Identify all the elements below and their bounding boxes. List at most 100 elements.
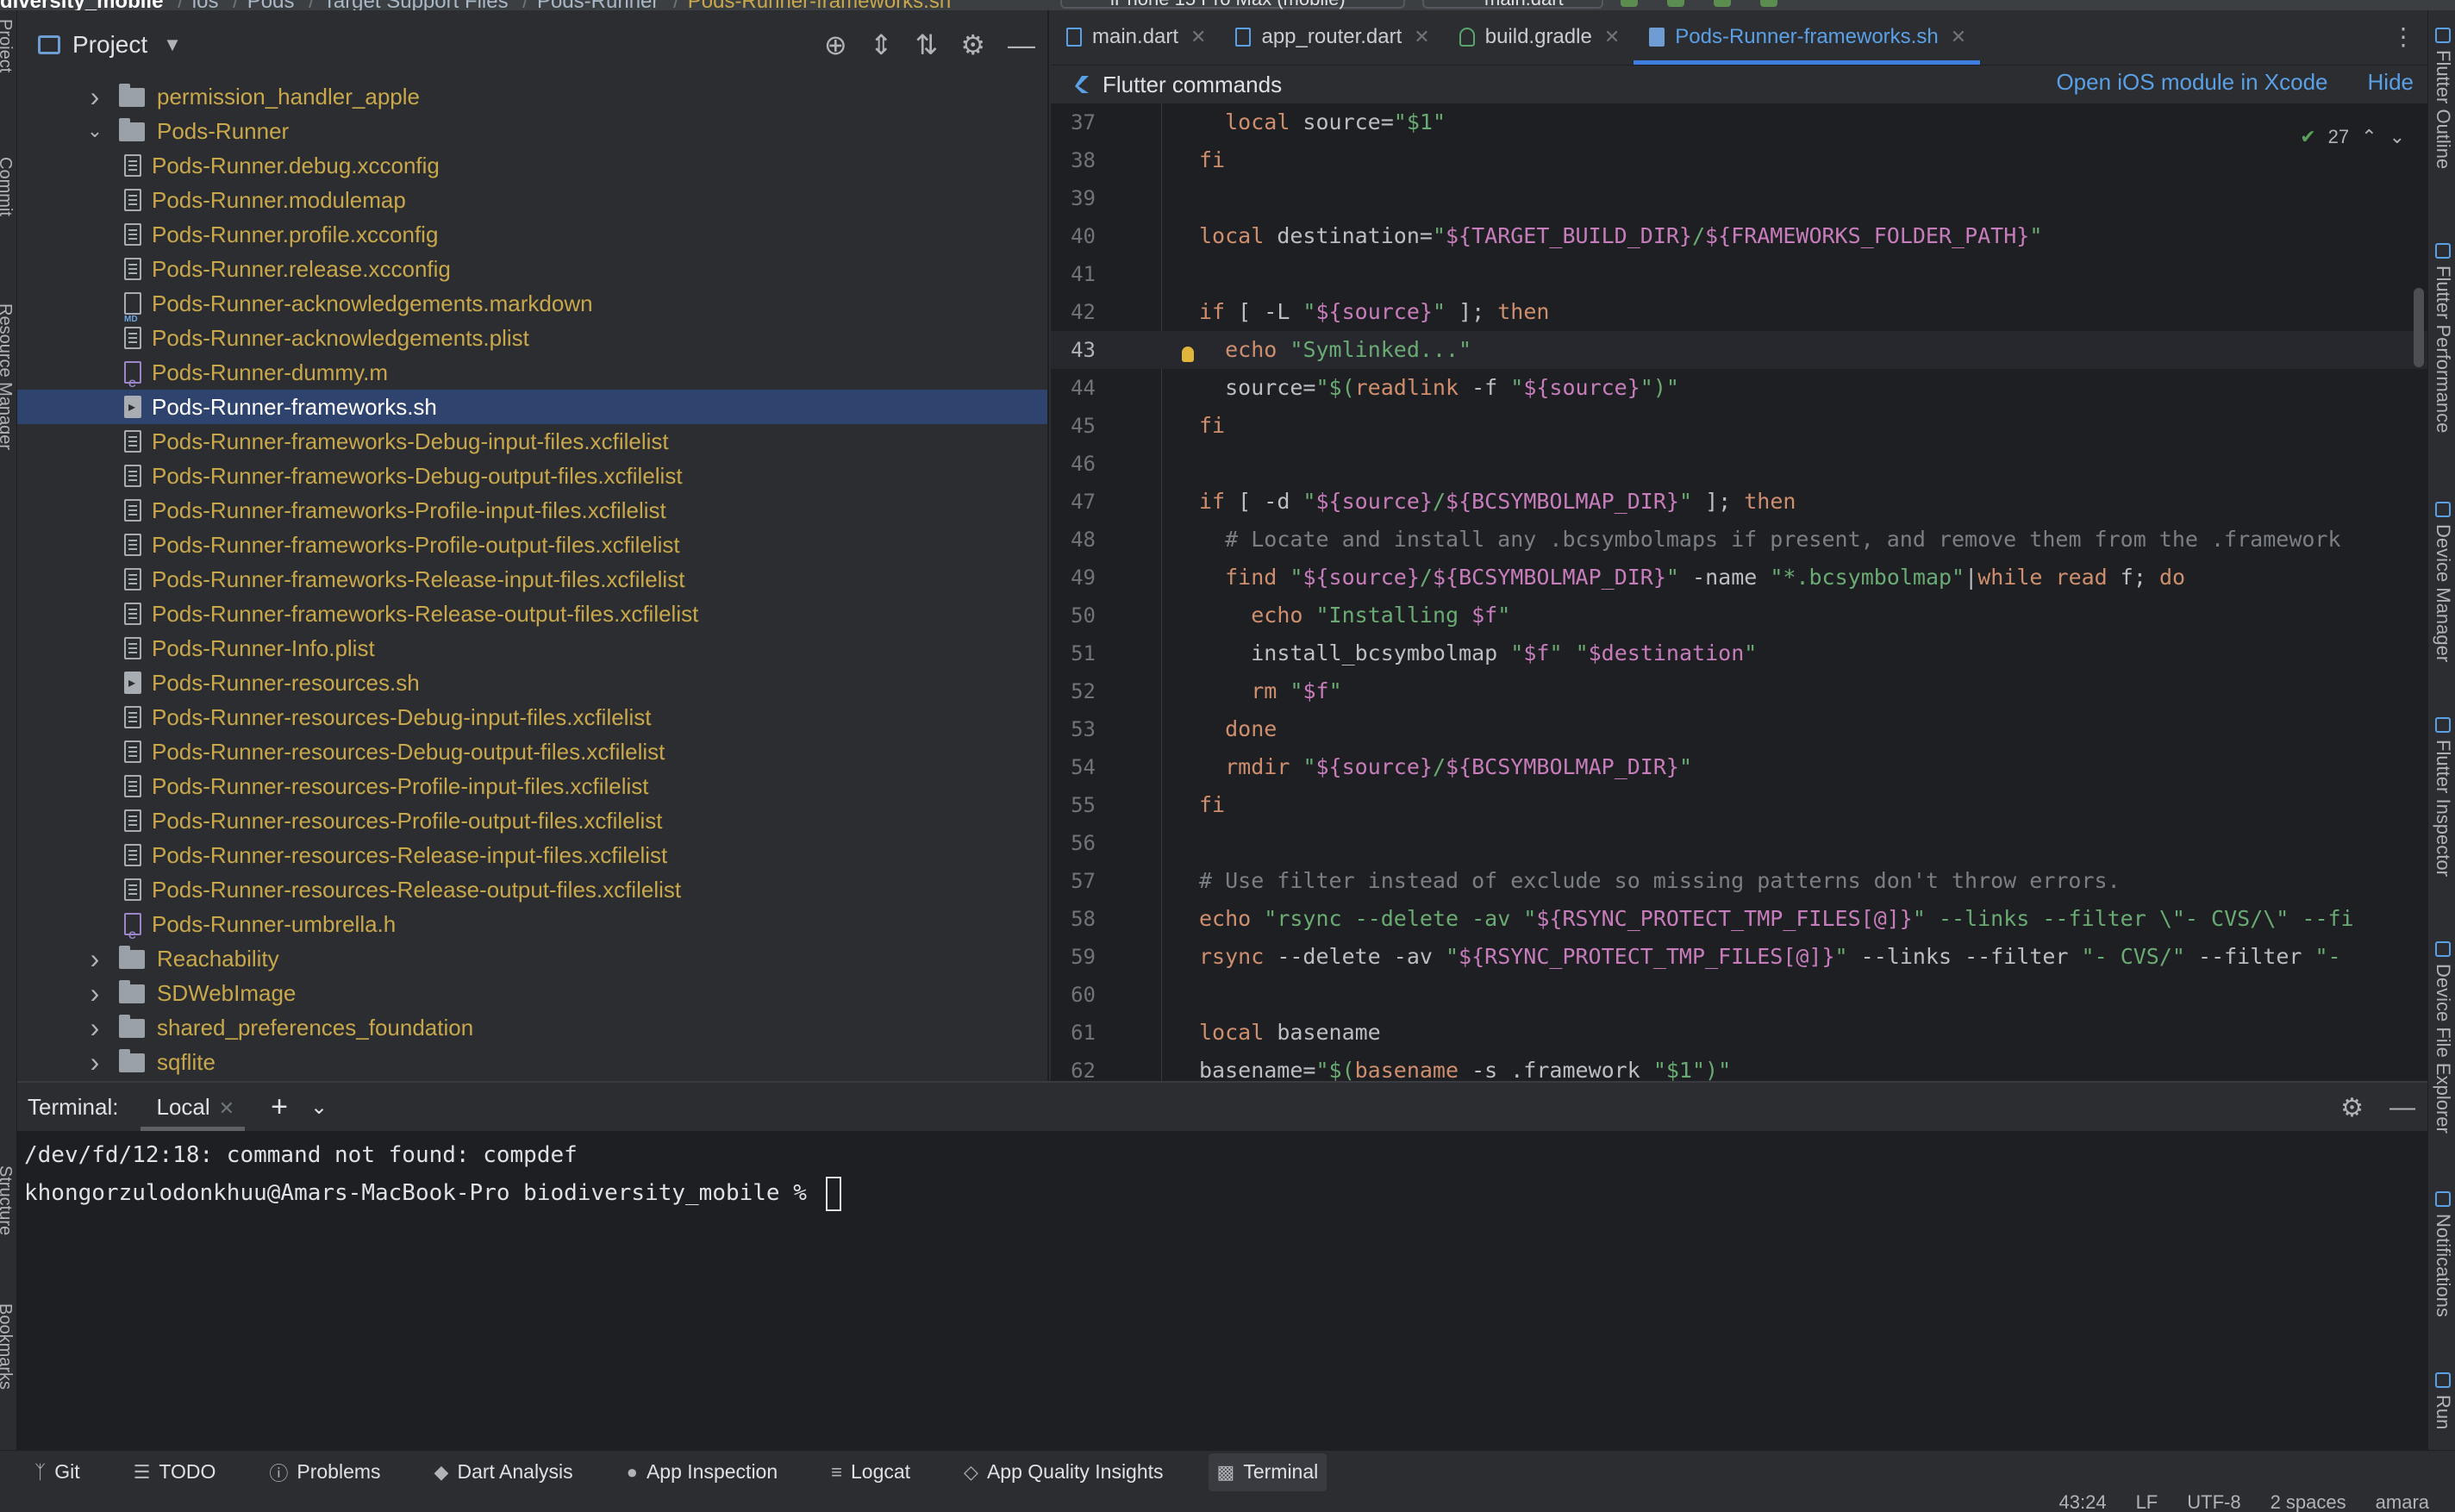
code-line[interactable]: 53 done <box>1051 710 2427 748</box>
breadcrumb-project[interactable]: diversity_mobile <box>0 0 163 10</box>
code-line[interactable]: 57 # Use filter instead of exclude so mis… <box>1051 862 2427 900</box>
tree-file[interactable]: Pods-Runner-resources-Debug-input-files.… <box>17 700 1047 734</box>
chevron-down-icon[interactable]: ⌄ <box>310 1095 328 1120</box>
code-line[interactable]: 45 fi <box>1051 407 2427 445</box>
close-icon[interactable]: ✕ <box>1951 26 1966 48</box>
tree-folder[interactable]: › shared_preferences_foundation <box>17 1010 1047 1045</box>
tree-folder[interactable]: › permission_handler_apple <box>17 79 1047 114</box>
editor-scrollbar[interactable] <box>2414 288 2424 367</box>
settings-icon[interactable]: ⚙ <box>2340 1093 2364 1123</box>
tree-file[interactable]: Pods-Runner-frameworks-Debug-output-file… <box>17 459 1047 493</box>
stripe-notifications[interactable]: Notifications <box>2432 1191 2454 1317</box>
stripe-device-file-explorer[interactable]: Device File Explorer <box>2432 941 2454 1134</box>
breadcrumb-current[interactable]: Pods-Runner-frameworks.sh <box>688 0 951 10</box>
code-line[interactable]: 55 fi <box>1051 786 2427 824</box>
tree-file[interactable]: Pods-Runner-umbrella.h <box>17 907 1047 941</box>
stripe-device-manager[interactable]: Device Manager <box>2432 502 2454 662</box>
code-line[interactable]: 58 echo "rsync --delete -av "${RSYNC_PROT… <box>1051 900 2427 938</box>
tree-file[interactable]: Pods-Runner-frameworks.sh <box>17 390 1047 424</box>
tree-file[interactable]: Pods-Runner-resources-Debug-output-files… <box>17 734 1047 769</box>
tool-terminal[interactable]: ▩ Terminal <box>1208 1453 1327 1491</box>
expand-all-icon[interactable]: ⇕ <box>870 31 893 59</box>
inspection-widget[interactable]: ✔ 27 ⌃ ⌄ <box>2300 126 2405 148</box>
tree-file[interactable]: Pods-Runner-acknowledgements.plist <box>17 321 1047 355</box>
hide-icon[interactable]: — <box>2389 1093 2415 1123</box>
terminal-prompt-line[interactable]: khongorzulodonkhuu@Amars-MacBook-Pro bio… <box>24 1174 2421 1212</box>
close-icon[interactable]: ✕ <box>219 1097 234 1119</box>
chevron-right-icon[interactable]: › <box>84 976 105 1010</box>
code-line[interactable]: 49 find "${source}/${BCSYMBOLMAP_DIR}" -… <box>1051 559 2427 597</box>
code-line[interactable]: 42 if [ -L "${source}" ]; then <box>1051 293 2427 331</box>
breadcrumb-item[interactable]: Pods-Runner <box>537 0 659 10</box>
tree-folder[interactable]: › SDWebImage <box>17 976 1047 1010</box>
code-line[interactable]: 60 <box>1051 976 2427 1014</box>
tree-file[interactable]: Pods-Runner-dummy.m <box>17 355 1047 390</box>
run-icon[interactable] <box>1621 0 1638 7</box>
chevron-right-icon[interactable]: › <box>84 1045 105 1079</box>
tree-file[interactable]: Pods-Runner-resources-Release-input-file… <box>17 838 1047 872</box>
code-line[interactable]: 38 fi <box>1051 141 2427 179</box>
tool-app-quality-insights[interactable]: ◇ App Quality Insights <box>955 1453 1171 1491</box>
breadcrumb-item[interactable]: ios <box>192 0 219 10</box>
close-icon[interactable]: ✕ <box>1414 26 1429 48</box>
settings-icon[interactable]: ⚙ <box>960 31 985 59</box>
tree-file[interactable]: Pods-Runner.modulemap <box>17 183 1047 217</box>
code-line[interactable]: 41 <box>1051 255 2427 293</box>
tree-file[interactable]: Pods-Runner-resources-Profile-output-fil… <box>17 803 1047 838</box>
tree-file[interactable]: Pods-Runner-resources-Release-output-fil… <box>17 872 1047 907</box>
tool-dart-analysis[interactable]: ◆ Dart Analysis <box>426 1453 582 1491</box>
chevron-down-icon[interactable]: ⌄ <box>2389 126 2405 148</box>
tab-app-router-dart[interactable]: app_router.dart ✕ <box>1220 10 1443 65</box>
code-line[interactable]: 44 source="$(readlink -f "${source}")" <box>1051 369 2427 407</box>
tree-file[interactable]: Pods-Runner.profile.xcconfig <box>17 217 1047 252</box>
collapse-all-icon[interactable]: ⇅ <box>915 31 939 59</box>
terminal-output[interactable]: /dev/fd/12:18: command not found: compde… <box>17 1131 2427 1217</box>
tree-file[interactable]: Pods-Runner.debug.xcconfig <box>17 148 1047 183</box>
debug-icon[interactable] <box>1667 0 1684 7</box>
stripe-commit[interactable]: Commit <box>0 157 15 216</box>
code-line[interactable]: 51 install_bcsymbolmap "$f" "$destinatio… <box>1051 634 2427 672</box>
locate-icon[interactable]: ⊕ <box>824 31 847 59</box>
tab-build-gradle[interactable]: build.gradle ✕ <box>1444 10 1634 65</box>
tree-folder[interactable]: ⌄ Pods-Runner <box>17 114 1047 148</box>
tree-file[interactable]: Pods-Runner-resources-Profile-input-file… <box>17 769 1047 803</box>
code-line[interactable]: 37 local source="$1" <box>1051 103 2427 141</box>
code-line[interactable]: 62 basename="$(basename -s .framework "$1… <box>1051 1052 2427 1081</box>
stripe-flutter-performance[interactable]: Flutter Performance <box>2432 243 2454 433</box>
code-area[interactable]: 37 local source="$1" 38 fi 39 40 local destin… <box>1051 103 2427 1081</box>
chevron-right-icon[interactable]: › <box>84 79 105 114</box>
breadcrumb[interactable]: diversity_mobile /ios /Pods /Target Supp… <box>0 0 951 10</box>
chevron-right-icon[interactable]: › <box>84 1010 105 1045</box>
tool-git[interactable]: ᛉ Git <box>26 1453 89 1491</box>
profile-icon[interactable] <box>1714 0 1731 7</box>
code-line[interactable]: 50 echo "Installing $f" <box>1051 597 2427 634</box>
stripe-run[interactable]: Run <box>2432 1372 2454 1429</box>
stripe-structure[interactable]: Structure <box>0 1165 15 1235</box>
lightbulb-icon[interactable] <box>1182 347 1194 362</box>
code-line[interactable]: 59 rsync --delete -av "${RSYNC_PROTECT_TM… <box>1051 938 2427 976</box>
indent-setting[interactable]: 2 spaces <box>2271 1493 2346 1512</box>
code-line[interactable]: 54 rmdir "${source}/${BCSYMBOLMAP_DIR}" <box>1051 748 2427 786</box>
project-tree[interactable]: › permission_handler_apple ⌄ Pods-Runner Pod… <box>17 79 1047 1079</box>
stripe-flutter-outline[interactable]: Flutter Outline <box>2432 28 2454 169</box>
code-line[interactable]: 56 <box>1051 824 2427 862</box>
tree-file[interactable]: Pods-Runner-Info.plist <box>17 631 1047 665</box>
hide-icon[interactable]: — <box>1008 31 1035 59</box>
attach-icon[interactable] <box>1760 0 1777 7</box>
open-xcode-link[interactable]: Open iOS module in Xcode <box>2056 69 2327 96</box>
device-selector[interactable]: iPhone 15 Pro Max (mobile) <box>1060 0 1405 9</box>
tree-folder[interactable]: › Reachability <box>17 941 1047 976</box>
tab-main-dart[interactable]: main.dart ✕ <box>1051 10 1220 65</box>
code-line[interactable]: 40 local destination="${TARGET_BUILD_DIR}… <box>1051 217 2427 255</box>
code-line[interactable]: 61 local basename <box>1051 1014 2427 1052</box>
git-branch[interactable]: amara <box>2376 1493 2429 1512</box>
tree-file[interactable]: Pods-Runner-acknowledgements.markdown <box>17 286 1047 321</box>
tool-logcat[interactable]: ≡ Logcat <box>822 1453 919 1491</box>
code-line[interactable]: 39 <box>1051 179 2427 217</box>
tool-problems[interactable]: ⓘ Problems <box>260 1453 389 1491</box>
code-line[interactable]: 46 <box>1051 445 2427 483</box>
tree-file[interactable]: Pods-Runner.release.xcconfig <box>17 252 1047 286</box>
tree-file[interactable]: Pods-Runner-frameworks-Debug-input-files… <box>17 424 1047 459</box>
tool-app-inspection[interactable]: ● App Inspection <box>618 1453 786 1491</box>
tree-file[interactable]: Pods-Runner-frameworks-Profile-input-fil… <box>17 493 1047 528</box>
